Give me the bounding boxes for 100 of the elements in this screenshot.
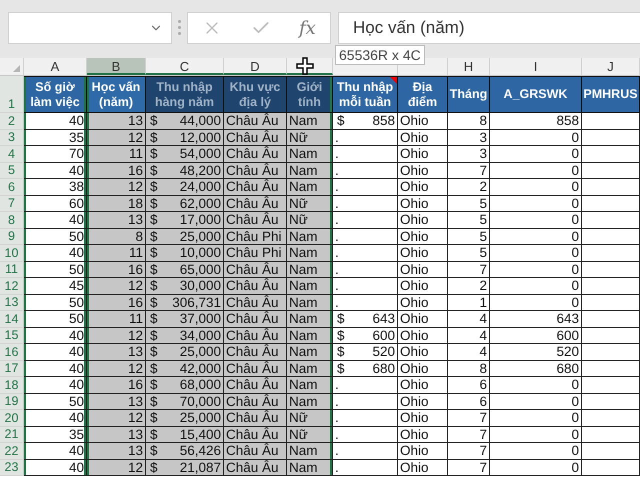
column-letter[interactable]: J [582,58,640,75]
row-number[interactable]: 20 [0,410,24,426]
table-cell: $ 15,400 [146,426,224,443]
table-cell: 40 [24,113,87,130]
table-cell: Châu Âu [224,130,287,146]
table-cell: 18 [87,196,146,212]
table-cell: $ 21,087 [146,460,224,476]
table-cell [582,212,640,228]
table-cell: Châu Âu [224,394,287,410]
table-cell: Ohio [398,426,448,443]
table-cell: Ohio [398,460,448,476]
table-cell: Nữ [287,196,333,212]
table-cell: 643 [490,311,582,328]
column-letter[interactable]: H [448,58,490,75]
row-number[interactable]: 13 [0,294,24,311]
column-header-cell: A_GRSWK [490,76,582,113]
table-cell: $ 56,426 [146,443,224,460]
column-header-cell: Thu nhập mỗi tuần [333,76,398,113]
table-cell: . [333,443,398,460]
table-cell: 8 [87,228,146,245]
table-cell: . [333,196,398,212]
row-number[interactable]: 11 [0,262,24,278]
table-cell [582,443,640,460]
table-cell: Nam [287,344,333,360]
row-number[interactable]: 12 [0,278,24,294]
row-number[interactable]: 6 [0,179,24,196]
column-header-cell: Địa điểm [398,76,448,113]
table-cell: $ 34,000 [146,328,224,344]
table-cell: $ 54,000 [146,146,224,162]
table-cell [582,130,640,146]
table-cell: 0 [490,162,582,179]
table-cell [582,410,640,426]
table-cell: Châu Âu [224,311,287,328]
table-cell: $ 25,000 [146,344,224,360]
row-number[interactable]: 17 [0,360,24,377]
table-cell: 0 [490,130,582,146]
row-number[interactable]: 2 [0,113,24,130]
row-number[interactable]: 19 [0,394,24,410]
table-cell: 0 [490,278,582,294]
table-cell: Nam [287,146,333,162]
table-cell [582,394,640,410]
table-cell: 6 [448,377,490,394]
table-cell: 35 [24,426,87,443]
table-cell: 5 [448,212,490,228]
table-cell: 70 [24,146,87,162]
table-cell: Ohio [398,146,448,162]
table-cell: $ 44,000 [146,113,224,130]
table-cell: 0 [490,228,582,245]
row-number[interactable]: 1 [0,76,24,113]
table-cell [582,179,640,196]
table-cell: 0 [490,146,582,162]
row-number[interactable]: 5 [0,162,24,179]
table-cell: Châu Âu [224,162,287,179]
table-cell: 7 [448,162,490,179]
table-cell: Ohio [398,278,448,294]
table-cell: . [333,245,398,262]
table-cell: 7 [448,426,490,443]
row-number[interactable]: 10 [0,245,24,262]
table-cell: 520 [490,344,582,360]
formula-field[interactable]: Học vấn (năm) [338,12,640,44]
table-cell: Châu Phi [224,245,287,262]
table-cell: 50 [24,262,87,278]
table-cell: Châu Âu [224,278,287,294]
table-cell: $ 42,000 [146,360,224,377]
table-cell: Châu Phi [224,228,287,245]
table-cell: . [333,146,398,162]
row-number[interactable]: 21 [0,426,24,443]
table-cell: 16 [87,294,146,311]
table-cell: Ohio [398,377,448,394]
table-cell: 13 [87,394,146,410]
table-cell: 40 [24,162,87,179]
table-cell: $ 643 [333,311,398,328]
row-number[interactable]: 22 [0,443,24,460]
row-number[interactable]: 3 [0,130,24,146]
table-cell: 16 [87,162,146,179]
column-letter[interactable]: B [87,58,146,75]
row-number[interactable]: 14 [0,311,24,328]
table-cell: Nữ [287,426,333,443]
table-cell: Nam [287,360,333,377]
row-number[interactable]: 18 [0,377,24,394]
row-number[interactable]: 4 [0,146,24,162]
row-number[interactable]: 15 [0,328,24,344]
table-cell: . [333,410,398,426]
table-cell: Châu Âu [224,196,287,212]
column-header-cell: PMHRUS [582,76,640,113]
table-cell: 12 [87,360,146,377]
row-number[interactable]: 16 [0,344,24,360]
row-number[interactable]: 9 [0,228,24,245]
row-number[interactable]: 7 [0,196,24,212]
table-cell [582,377,640,394]
row-number[interactable]: 8 [0,212,24,228]
column-header-cell: Học vấn (năm) [87,76,146,113]
insert-function-button[interactable]: fx [298,18,316,38]
table-cell: Châu Âu [224,460,287,476]
table-cell: 12 [87,278,146,294]
row-number[interactable]: 23 [0,460,24,476]
table-cell: Nam [287,162,333,179]
column-letter[interactable]: I [490,58,582,75]
table-cell: . [333,377,398,394]
table-cell: 5 [448,196,490,212]
